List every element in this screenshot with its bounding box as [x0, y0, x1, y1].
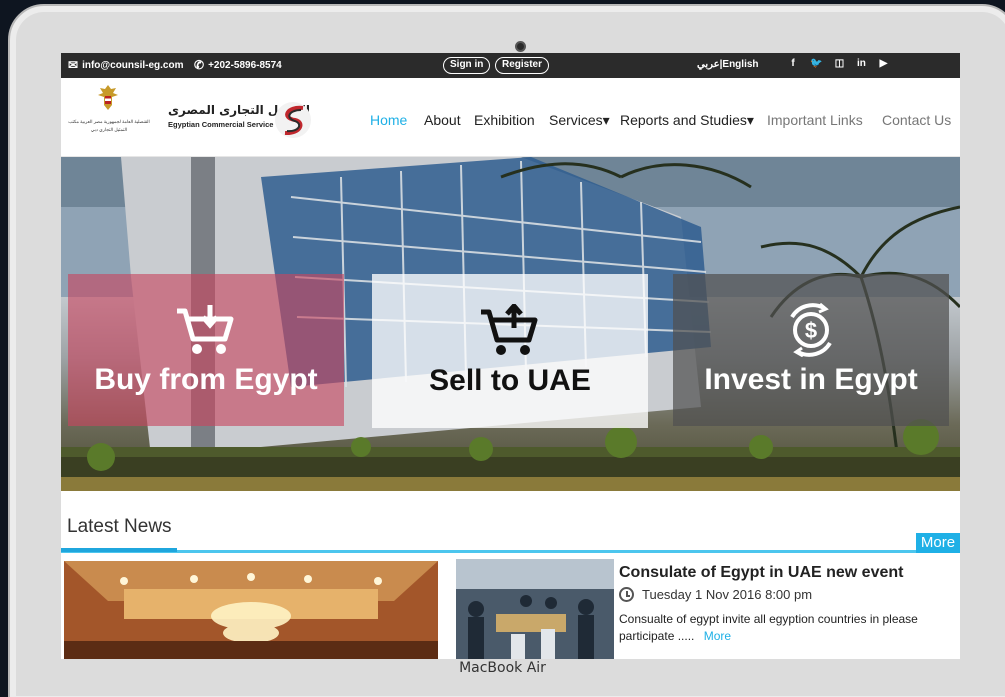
event-crowd-photo [456, 559, 614, 659]
ballroom-photo [64, 561, 438, 659]
news-excerpt: Consualte of egypt invite all egyption c… [619, 611, 919, 645]
nav-important-links[interactable]: Important Links [767, 112, 863, 128]
invest-in-egypt-card[interactable]: $ Invest in Egypt [673, 274, 949, 426]
instagram-icon[interactable]: ◫ [834, 58, 844, 69]
social-links: f 🐦 ◫ in ▶ [788, 58, 888, 69]
latest-news-heading: Latest News [67, 516, 172, 537]
cart-upload-icon [481, 304, 538, 355]
nav-exhibition[interactable]: Exhibition [474, 112, 535, 128]
sell-to-uae-card[interactable]: Sell to UAE [372, 274, 648, 428]
invest-in-egypt-label: Invest in Egypt [704, 363, 918, 396]
hero-banner: Buy from Egypt Sell to UAE $ Invest in E… [61, 157, 960, 491]
device-label: MacBook Air [459, 660, 546, 676]
phone-contact[interactable]: ✆ +202-5896-8574 [194, 59, 282, 71]
youtube-icon[interactable]: ▶ [878, 58, 888, 69]
egypt-emblem-icon [98, 85, 118, 110]
email-text: info@counsil-eg.com [82, 59, 184, 71]
email-contact[interactable]: ✉ info@counsil-eg.com [68, 59, 183, 71]
news-more-button[interactable]: More [916, 533, 960, 553]
twitter-icon[interactable]: 🐦 [810, 58, 822, 69]
phone-icon: ✆ [194, 58, 205, 72]
register-button[interactable]: Register [495, 57, 550, 74]
nav-services[interactable]: Services▾ [549, 112, 610, 129]
svg-text:$: $ [805, 318, 817, 343]
news-headline[interactable]: Consulate of Egypt in UAE new event [619, 564, 903, 582]
brand-english-name: Egyptian Commercial Service [168, 120, 274, 129]
sign-in-button[interactable]: Sign in [443, 57, 491, 74]
nav-home[interactable]: Home [370, 112, 407, 128]
phone-text: +202-5896-8574 [208, 59, 282, 71]
envelope-icon: ✉ [68, 58, 79, 72]
nav-contact-us[interactable]: Contact Us [882, 112, 951, 128]
news-heading-underline [61, 548, 177, 552]
news-divider [61, 550, 960, 553]
facebook-icon[interactable]: f [788, 58, 798, 69]
top-bar: ✉ info@counsil-eg.com ✆ +202-5896-8574 S… [61, 53, 960, 78]
buy-from-egypt-card[interactable]: Buy from Egypt [68, 274, 344, 426]
language-switcher[interactable]: عربي|English [697, 59, 759, 70]
news-date-row: Tuesday 1 Nov 2016 8:00 pm [619, 587, 812, 602]
news-item-more-link[interactable]: More [704, 629, 731, 643]
consulate-text: القنصلية العامة لجمهورية مصر العربية مكت… [68, 119, 150, 132]
clock-icon [619, 587, 634, 602]
site-header: القنصلية العامة لجمهورية مصر العربية مكت… [61, 78, 960, 157]
news-image-ballroom[interactable] [64, 561, 438, 659]
linkedin-icon[interactable]: in [856, 58, 866, 69]
news-date-text: Tuesday 1 Nov 2016 8:00 pm [642, 587, 813, 602]
website-screen: ✉ info@counsil-eg.com ✆ +202-5896-8574 S… [61, 53, 960, 659]
nav-reports-and-studies[interactable]: Reports and Studies▾ [620, 112, 754, 129]
dollar-cycle-icon: $ [790, 303, 832, 357]
sell-to-uae-label: Sell to UAE [429, 364, 591, 397]
nav-about[interactable]: About [424, 112, 461, 128]
buy-from-egypt-label: Buy from Egypt [94, 363, 318, 396]
news-excerpt-text: Consualte of egypt invite all egyption c… [619, 612, 918, 643]
camera-icon [515, 41, 526, 52]
news-image-event[interactable] [456, 559, 614, 659]
cart-download-icon [177, 305, 234, 354]
brand-logo-icon[interactable] [273, 100, 313, 140]
